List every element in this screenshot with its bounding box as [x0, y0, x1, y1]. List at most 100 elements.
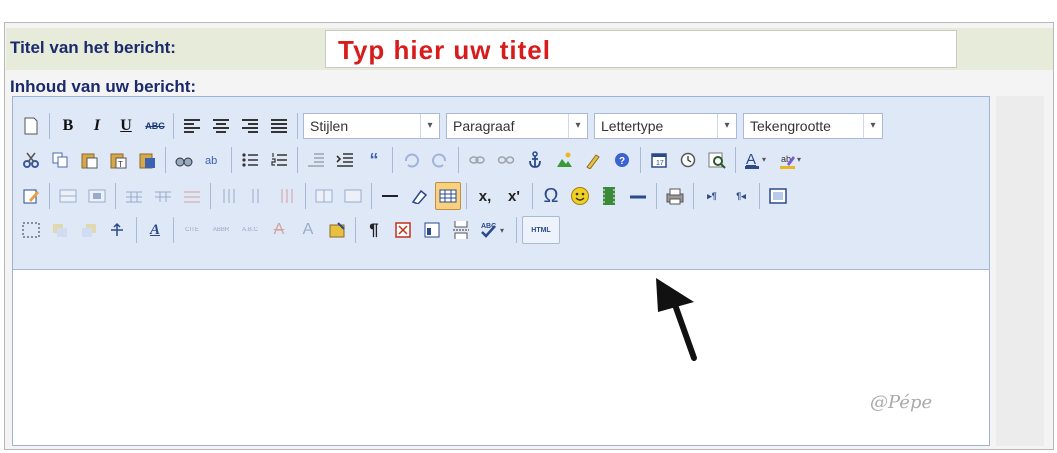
- styles-select-value: Stijlen: [310, 118, 349, 134]
- separator: [210, 183, 211, 209]
- ltr-direction-icon[interactable]: ▸¶: [699, 182, 725, 210]
- content-label: Inhoud van uw bericht:: [10, 77, 197, 96]
- separator: [231, 147, 232, 173]
- media-icon[interactable]: [596, 182, 622, 210]
- delete-row-icon[interactable]: [179, 182, 205, 210]
- acronym-icon[interactable]: A.B.C: [237, 216, 263, 244]
- undo-icon[interactable]: [398, 146, 424, 174]
- separator: [532, 183, 533, 209]
- layer-backward-icon[interactable]: [76, 216, 102, 244]
- paste-word-icon[interactable]: [134, 146, 160, 174]
- delete-col-icon[interactable]: [274, 182, 300, 210]
- paste-text-icon[interactable]: T: [105, 146, 131, 174]
- table-cell-props-icon[interactable]: [84, 182, 110, 210]
- delete-text-icon[interactable]: A: [266, 216, 292, 244]
- blockquote-icon[interactable]: “: [361, 146, 387, 174]
- paragraph-select-value: Paragraaf: [453, 118, 515, 134]
- indent-icon[interactable]: [332, 146, 358, 174]
- remove-format-icon[interactable]: [406, 182, 432, 210]
- bold-button[interactable]: B: [55, 112, 81, 140]
- image-icon[interactable]: [551, 146, 577, 174]
- layer-icon[interactable]: [47, 216, 73, 244]
- spellcheck-icon[interactable]: ABC ▾: [477, 216, 511, 244]
- select-all-icon[interactable]: [18, 216, 44, 244]
- chevron-down-icon: ▾: [568, 114, 587, 138]
- fullscreen-icon[interactable]: [765, 182, 791, 210]
- anchor-icon[interactable]: [522, 146, 548, 174]
- attributes-icon[interactable]: [324, 216, 350, 244]
- svg-text:ab: ab: [205, 155, 217, 167]
- underline-button[interactable]: U: [113, 112, 139, 140]
- insert-col-before-icon[interactable]: [216, 182, 242, 210]
- numbered-list-icon[interactable]: [266, 146, 292, 174]
- subscript-button[interactable]: x,: [472, 182, 498, 210]
- separator: [693, 183, 694, 209]
- cut-icon[interactable]: [18, 146, 44, 174]
- italic-button[interactable]: I: [84, 112, 110, 140]
- unlink-icon[interactable]: [493, 146, 519, 174]
- table-row-props-icon[interactable]: [55, 182, 81, 210]
- outdent-icon[interactable]: [303, 146, 329, 174]
- rtl-direction-icon[interactable]: ¶◂: [728, 182, 754, 210]
- link-icon[interactable]: [464, 146, 490, 174]
- toolbar-row-1: B I U ABC Stijlen ▾ Paragraaf ▾ Lettertype…: [18, 109, 889, 143]
- emoticon-icon[interactable]: [567, 182, 593, 210]
- align-center-icon[interactable]: [208, 112, 234, 140]
- svg-text:▾: ▾: [762, 155, 766, 164]
- insert-col-after-icon[interactable]: [245, 182, 271, 210]
- align-justify-icon[interactable]: [266, 112, 292, 140]
- svg-text:▾: ▾: [797, 155, 801, 164]
- svg-text:17: 17: [656, 160, 664, 167]
- styleprops-icon[interactable]: A: [142, 216, 168, 244]
- insert-row-after-icon[interactable]: [150, 182, 176, 210]
- non-breaking-icon[interactable]: [390, 216, 416, 244]
- svg-text:T: T: [118, 160, 123, 169]
- edit-icon[interactable]: [18, 182, 44, 210]
- superscript-button[interactable]: x': [501, 182, 527, 210]
- svg-text:A: A: [746, 151, 756, 168]
- strikethrough-button[interactable]: ABC: [142, 112, 168, 140]
- print-icon[interactable]: [662, 182, 688, 210]
- bulleted-list-icon[interactable]: [237, 146, 263, 174]
- merge-cells-icon[interactable]: [340, 182, 366, 210]
- insert-time-icon[interactable]: [675, 146, 701, 174]
- styles-select[interactable]: Stijlen ▾: [303, 113, 440, 139]
- new-document-icon[interactable]: [18, 112, 44, 140]
- align-right-icon[interactable]: [237, 112, 263, 140]
- cleanup-icon[interactable]: [580, 146, 606, 174]
- insert-row-before-icon[interactable]: [121, 182, 147, 210]
- text-color-icon[interactable]: A ▾: [741, 146, 773, 174]
- split-cells-icon[interactable]: [311, 182, 337, 210]
- preview-icon[interactable]: [704, 146, 730, 174]
- abbr-icon[interactable]: ABBR: [208, 216, 234, 244]
- redo-icon[interactable]: [427, 146, 453, 174]
- separator: [656, 183, 657, 209]
- paste-icon[interactable]: [76, 146, 102, 174]
- horizontal-line-icon[interactable]: [625, 182, 651, 210]
- separator: [173, 113, 174, 139]
- html-source-button[interactable]: HTML: [522, 216, 560, 244]
- page-break-icon[interactable]: [448, 216, 474, 244]
- font-select[interactable]: Lettertype ▾: [594, 113, 737, 139]
- separator: [173, 217, 174, 243]
- separator: [759, 183, 760, 209]
- template-icon[interactable]: [419, 216, 445, 244]
- special-char-button[interactable]: Ω: [538, 182, 564, 210]
- table-icon[interactable]: [435, 182, 461, 210]
- insert-date-icon[interactable]: 17: [646, 146, 672, 174]
- align-left-icon[interactable]: [179, 112, 205, 140]
- show-blocks-button[interactable]: ¶: [361, 216, 387, 244]
- horizontal-rule-icon[interactable]: [377, 182, 403, 210]
- title-input[interactable]: Typ hier uw titel: [325, 30, 957, 68]
- fontsize-select[interactable]: Tekengrootte ▾: [743, 113, 883, 139]
- absolute-position-icon[interactable]: [105, 216, 131, 244]
- highlight-color-icon[interactable]: ab ▾: [776, 146, 808, 174]
- find-icon[interactable]: [171, 146, 197, 174]
- copy-icon[interactable]: [47, 146, 73, 174]
- separator: [49, 113, 50, 139]
- help-icon[interactable]: ?: [609, 146, 635, 174]
- insert-text-icon[interactable]: A: [295, 216, 321, 244]
- paragraph-select[interactable]: Paragraaf ▾: [446, 113, 588, 139]
- replace-icon[interactable]: ab: [200, 146, 226, 174]
- cite-icon[interactable]: CITE: [179, 216, 205, 244]
